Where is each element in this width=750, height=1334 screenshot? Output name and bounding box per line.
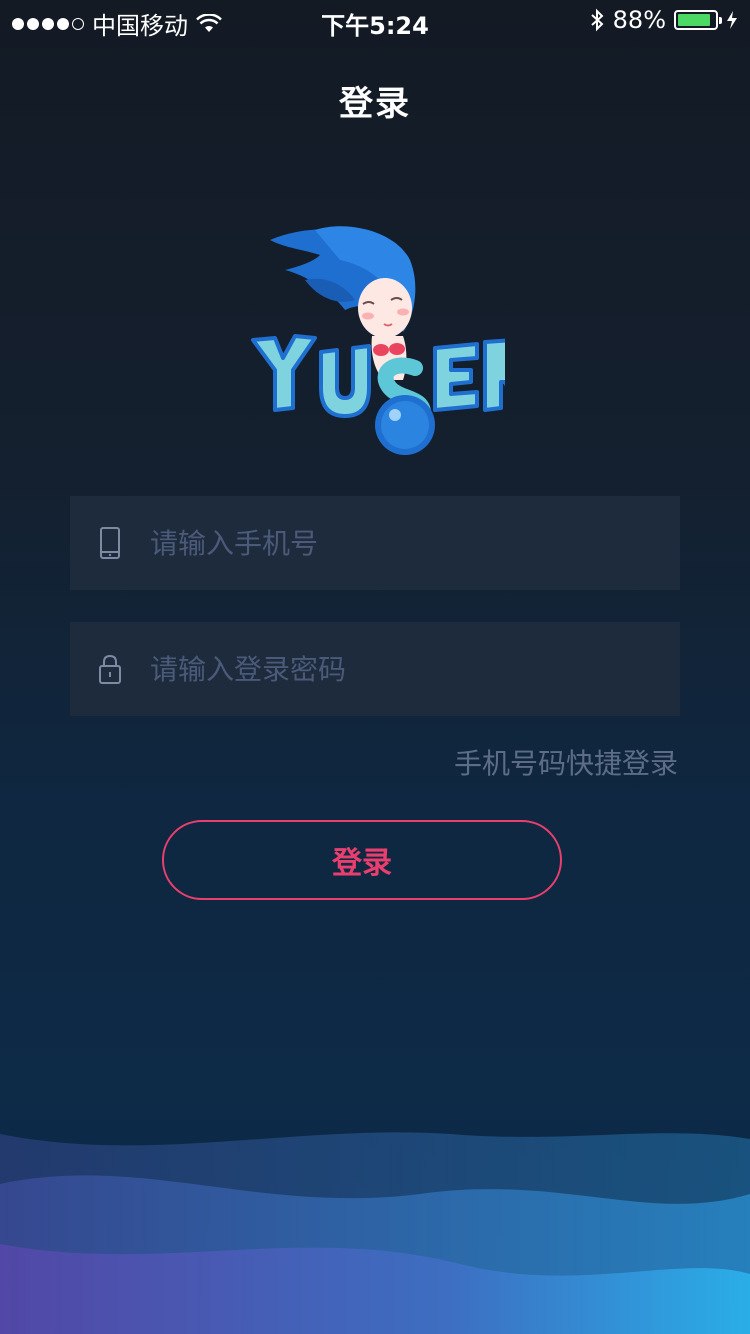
battery-percent: 88% (612, 6, 666, 34)
quick-login-link[interactable]: 手机号码快捷登录 (454, 742, 678, 782)
page-title: 登录 (339, 84, 411, 124)
app-logo (251, 226, 505, 455)
password-input[interactable] (150, 622, 680, 716)
status-bar: 中国移动 下午5:24 88% (0, 0, 750, 40)
status-right: 88% (589, 6, 738, 34)
charging-icon (727, 11, 737, 29)
phone-field[interactable] (70, 496, 680, 590)
phone-icon (70, 526, 150, 560)
battery-fill (678, 14, 710, 26)
bluetooth-icon (590, 8, 604, 32)
lock-icon (70, 653, 150, 685)
battery-icon (674, 10, 722, 30)
wave-decoration (0, 1132, 750, 1334)
phone-input[interactable] (150, 496, 680, 590)
password-field[interactable] (70, 622, 680, 716)
login-button[interactable]: 登录 (162, 820, 562, 900)
